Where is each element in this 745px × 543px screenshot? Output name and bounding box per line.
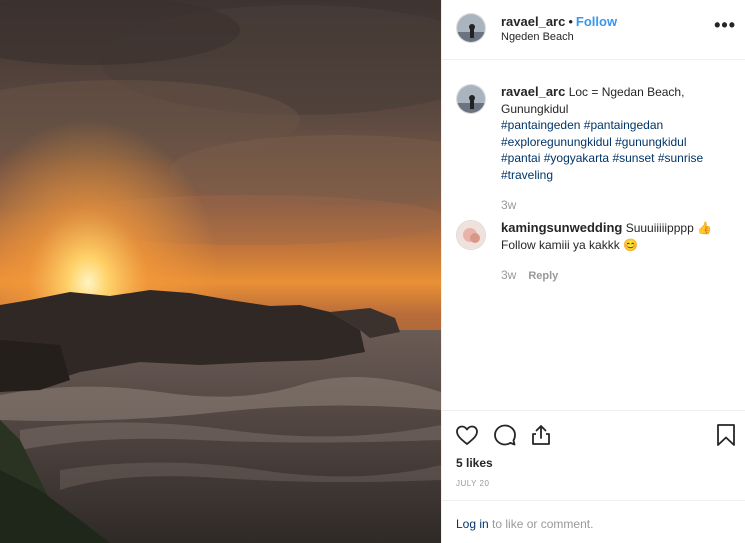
bookmark-icon[interactable] xyxy=(715,423,737,452)
caption-time[interactable]: 3w xyxy=(501,198,516,212)
separator: • xyxy=(568,14,573,29)
hashtag-link[interactable]: #pantaingeden xyxy=(501,118,580,132)
follow-button[interactable]: Follow xyxy=(576,14,617,29)
comment-body-line1: Suuuiiiiipppp 👍 xyxy=(625,221,713,235)
header-username-row: ravael_arc • Follow xyxy=(501,14,617,29)
action-bar: 5 likes JULY 20 xyxy=(442,410,745,500)
hashtag-link[interactable]: #exploregunungkidul xyxy=(501,135,612,149)
comments-section: ravael_arc Loc = Ngedan Beach, Gunungkid… xyxy=(442,60,745,410)
reply-button[interactable]: Reply xyxy=(528,270,558,282)
comment-meta: 3w Reply xyxy=(501,268,558,282)
avatar[interactable] xyxy=(456,13,486,43)
more-options-icon[interactable]: ••• xyxy=(714,16,736,34)
comment-footer: Log in to like or comment. xyxy=(442,500,745,543)
comment-text: kamingsunwedding Suuuiiiiipppp 👍 Follow … xyxy=(501,220,731,253)
avatar[interactable] xyxy=(456,84,486,114)
location-link[interactable]: Ngeden Beach xyxy=(501,31,574,43)
caption-text: ravael_arc Loc = Ngedan Beach, Gunungkid… xyxy=(501,84,731,183)
avatar[interactable] xyxy=(456,220,486,250)
hashtag-link[interactable]: #yogyakarta xyxy=(544,151,609,165)
comment-time[interactable]: 3w xyxy=(501,268,516,282)
comment-body-line2: Follow kamiii ya kakkk 😊 xyxy=(501,237,638,252)
post-username[interactable]: ravael_arc xyxy=(501,14,565,29)
post-header: ravael_arc • Follow Ngeden Beach ••• xyxy=(442,0,745,60)
post-photo[interactable] xyxy=(0,0,441,543)
hashtag-link[interactable]: #pantaingedan xyxy=(584,118,663,132)
post-date[interactable]: JULY 20 xyxy=(456,479,489,488)
hashtag-link[interactable]: #gunungkidul xyxy=(615,135,686,149)
comment-icon[interactable] xyxy=(493,423,517,452)
caption-username[interactable]: ravael_arc xyxy=(501,84,565,99)
login-prompt: Log in to like or comment. xyxy=(456,517,593,531)
comment-username[interactable]: kamingsunwedding xyxy=(501,220,622,235)
share-icon[interactable] xyxy=(529,423,553,452)
post-side-panel: ravael_arc • Follow Ngeden Beach ••• ravae… xyxy=(441,0,745,543)
hashtag-link[interactable]: #pantai xyxy=(501,151,540,165)
likes-count[interactable]: 5 likes xyxy=(456,456,493,470)
login-suffix: to like or comment. xyxy=(488,517,594,531)
hashtag-link[interactable]: #traveling xyxy=(501,168,553,182)
hashtag-link[interactable]: #sunrise xyxy=(658,151,703,165)
login-link[interactable]: Log in xyxy=(456,517,489,531)
heart-icon[interactable] xyxy=(455,423,479,452)
hashtag-link[interactable]: #sunset xyxy=(612,151,654,165)
